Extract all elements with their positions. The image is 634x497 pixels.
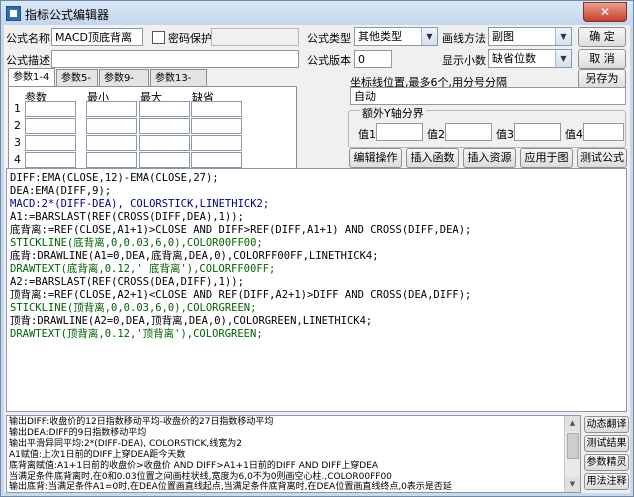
tab-params-9-12[interactable]: 参数9-12 [99,69,149,101]
tab-params-5-8[interactable]: 参数5-8 [56,69,98,101]
formula-desc-input[interactable] [51,50,299,68]
param-max-input[interactable] [139,135,190,151]
dynamic-translate-button[interactable]: 动态翻译 [584,416,629,433]
param-name-input[interactable] [25,152,76,168]
edit-ops-button[interactable]: 编辑操作 [349,148,402,168]
param-default-input[interactable] [191,101,242,117]
code-line: A1:=BARSLAST(REF(CROSS(DIFF,DEA),1)); [10,211,244,223]
cancel-button[interactable]: 取 消 [578,49,626,69]
row-number: 1 [14,102,21,115]
decimals-select[interactable]: 缺省位数 ▼ [488,49,572,68]
desc-label: 公式描述 [6,54,50,67]
output-line: 输出平滑异同平均:2*(DIFF-DEA), COLORSTICK,线宽为2 [9,439,242,449]
close-button[interactable]: ✕ [583,2,627,22]
param-name-input[interactable] [25,135,76,151]
output-line: 输出DEA:DIFF的9日指数移动平均 [9,428,147,438]
output-line: A1赋值:上次1日前的DIFF上穿DEA距今天数 [9,450,186,460]
code-editor[interactable]: DIFF:EMA(CLOSE,12)-EMA(CLOSE,27); DEA:EM… [6,168,627,412]
tab-params-1-4[interactable]: 参数1-4 [8,68,55,87]
formula-editor-window: 指标公式编辑器 ✕ 公式名称 MACD顶底背离 密码保护 公式类型 其他类型 ▼ … [0,0,634,497]
code-line: DEA:EMA(DIFF,9); [10,185,112,197]
chevron-down-icon: ▼ [555,28,571,45]
insert-resource-button[interactable]: 插入资源 [463,148,516,168]
ok-button[interactable]: 确 定 [578,27,626,47]
code-line: 底背离:=REF(CLOSE,A1+1)>CLOSE AND DIFF>REF(… [10,224,472,236]
formula-name-input[interactable]: MACD顶底背离 [51,28,143,46]
chevron-down-icon: ▼ [555,50,571,67]
param-default-input[interactable] [191,135,242,151]
scroll-down-icon[interactable]: ▼ [565,477,580,492]
translation-output[interactable]: 输出DIFF:收盘价的12日指数移动平均-收盘价的27日指数移动平均 输出DEA… [6,415,581,493]
y3-input[interactable] [514,123,561,141]
y4-label: 值4 [565,128,583,141]
param-panel: 参数 最小 最大 缺省 1 2 3 4 [8,86,297,170]
window-title: 指标公式编辑器 [25,8,110,22]
param-max-input[interactable] [139,118,190,134]
code-line: DIFF:EMA(CLOSE,12)-EMA(CLOSE,27); [10,172,219,184]
tab-params-13-16[interactable]: 参数13-16 [150,69,207,101]
client-area: 公式名称 MACD顶底背离 密码保护 公式类型 其他类型 ▼ 画线方法 副图 ▼ 确… [4,25,630,493]
app-icon [6,6,21,21]
code-line: DRAWTEXT(顶背离,0.12,'顶背离'),COLORGREEN; [10,328,263,340]
scroll-thumb[interactable] [567,433,579,459]
param-max-input[interactable] [139,101,190,117]
draw-method-label: 画线方法 [442,32,486,45]
test-result-button[interactable]: 测试结果 [584,435,629,452]
code-line: A2:=BARSLAST(REF(CROSS(DEA,DIFF),1)); [10,276,244,288]
draw-method-select[interactable]: 副图 ▼ [488,27,572,46]
decimals-label: 显示小数 [442,54,486,67]
apply-to-chart-button[interactable]: 应用于图 [520,148,573,168]
code-line: STICKLINE(顶背离,0,0.03,6,0),COLORGREEN; [10,302,257,314]
test-formula-button[interactable]: 测试公式 [577,148,627,168]
y4-input[interactable] [583,123,624,141]
y-axis-group-label: 额外Y轴分界 [360,105,426,121]
password-checkbox[interactable] [152,31,165,44]
password-input[interactable] [211,28,299,46]
code-line: MACD:2*(DIFF-DEA), COLORSTICK,LINETHICK2… [10,198,270,210]
param-min-input[interactable] [86,118,137,134]
param-default-input[interactable] [191,152,242,168]
formula-type-select[interactable]: 其他类型 ▼ [354,27,438,46]
param-default-input[interactable] [191,118,242,134]
decimals-value: 缺省位数 [492,52,536,65]
type-value: 其他类型 [358,30,402,43]
draw-value: 副图 [492,30,514,43]
param-name-input[interactable] [25,101,76,117]
code-line: STICKLINE(底背离,0,0.03,6,0),COLOR00FF00; [10,237,263,249]
coord-input[interactable]: 自动 [350,87,626,105]
scroll-up-icon[interactable]: ▲ [565,416,580,431]
code-line: 顶背离:=REF(CLOSE,A2+1)<CLOSE AND REF(DIFF,… [10,289,472,301]
param-min-input[interactable] [86,152,137,168]
code-line: 底背:DRAWLINE(A1=0,DEA,底背离,DEA,0),COLORFF0… [10,250,379,262]
row-number: 2 [14,119,21,132]
param-max-input[interactable] [139,152,190,168]
name-label: 公式名称 [6,32,50,45]
y2-label: 值2 [427,128,445,141]
save-as-button[interactable]: 另存为 [578,69,626,89]
type-label: 公式类型 [307,32,351,45]
usage-notes-button[interactable]: 用法注释 [584,473,629,490]
y1-label: 值1 [358,128,376,141]
param-min-input[interactable] [86,135,137,151]
chevron-down-icon: ▼ [421,28,437,45]
insert-function-button[interactable]: 插入函数 [406,148,459,168]
param-min-input[interactable] [86,101,137,117]
version-label: 公式版本 [307,54,351,67]
title-bar: 指标公式编辑器 ✕ [1,1,633,25]
row-number: 3 [14,136,21,149]
output-line: 输出DIFF:收盘价的12日指数移动平均-收盘价的27日指数移动平均 [9,417,274,427]
output-scrollbar[interactable]: ▲ ▼ [564,416,580,492]
code-line: DRAWTEXT(底背离,0.12,' 底背离'),COLORFF00FF; [10,263,276,275]
param-wizard-button[interactable]: 参数精灵 [584,454,629,471]
y2-input[interactable] [445,123,492,141]
version-input[interactable]: 0 [354,50,392,68]
y1-input[interactable] [376,123,423,141]
output-line: 底背离赋值:A1+1日前的收盘价>收盘价 AND DIFF>A1+1日前的DIF… [9,461,379,471]
y3-label: 值3 [496,128,514,141]
row-number: 4 [14,153,21,166]
output-line: 输出底背:当满足条件A1=0时,在DEA位置画直线起点,当满足条件底背离时,在D… [9,482,452,492]
code-line: 顶背:DRAWLINE(A2=0,DEA,顶背离,DEA,0),COLORGRE… [10,315,373,327]
param-name-input[interactable] [25,118,76,134]
password-label: 密码保护 [168,32,212,45]
